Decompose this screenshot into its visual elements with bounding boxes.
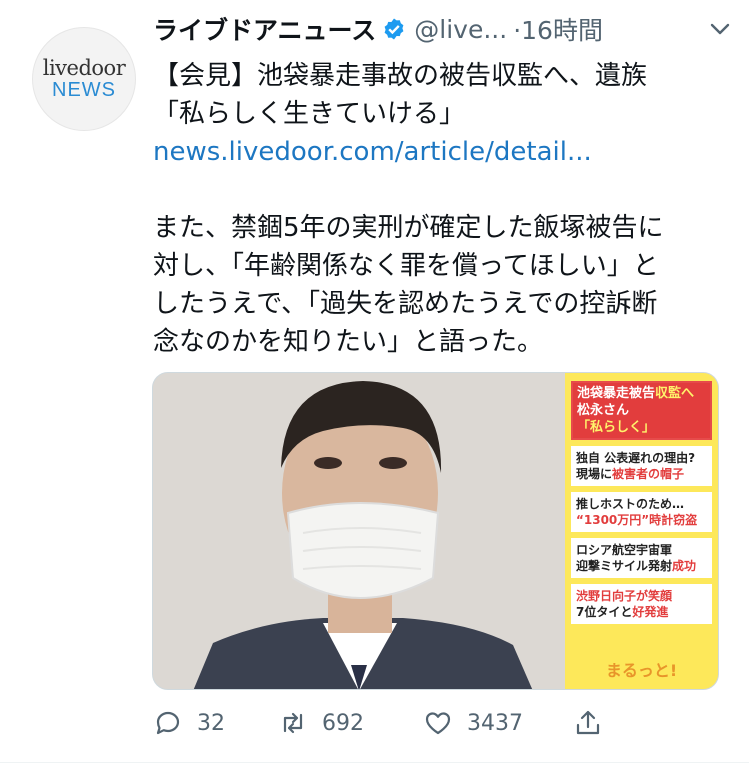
panel-item-text: 現場に bbox=[576, 467, 613, 481]
like-count: 3437 bbox=[467, 710, 523, 736]
tweet-text: 【会見】池袋暴走事故の被告収監へ、遺族 「私らしく生きていける」 news.li… bbox=[153, 57, 718, 361]
retweet-count: 692 bbox=[322, 710, 364, 736]
share-icon bbox=[576, 710, 600, 735]
tweet-time[interactable]: ·16時間 bbox=[513, 11, 603, 47]
tweet-header: ライブドアニュース @live... ·16時間 bbox=[153, 12, 733, 46]
panel-headline-part: 収監へ bbox=[655, 386, 695, 401]
tweet-media-image[interactable]: 池袋暴走被告収監へ 松永さん「私らしく」 独自 公表遅れの理由? 現場に被害者の… bbox=[152, 372, 719, 690]
panel-item: 推しホストのため… “1300万円”時計窃盗 bbox=[571, 492, 712, 532]
tweet-body-line: また、禁錮5年の実刑が確定した飯塚被告に bbox=[153, 213, 664, 243]
tweet-headline-line2: 「私らしく生きていける」 bbox=[153, 99, 466, 129]
chevron-down-icon[interactable] bbox=[707, 18, 733, 40]
panel-item-text: ロシア航空宇宙軍 bbox=[576, 543, 673, 557]
heart-icon bbox=[425, 712, 451, 735]
article-link[interactable]: news.livedoor.com/article/detail... bbox=[153, 137, 592, 167]
divider bbox=[0, 762, 749, 763]
panel-item-highlight: 好発進 bbox=[632, 605, 669, 619]
panel-item-highlight: 被害者の帽子 bbox=[612, 467, 685, 481]
panel-item-highlight: 成功 bbox=[672, 559, 697, 573]
reply-button[interactable]: 32 bbox=[153, 708, 278, 738]
tweet-body-line: 対し、「年齢関係なく罪を償ってほしい」と bbox=[153, 251, 659, 281]
panel-item-text: 推しホストのため… bbox=[576, 497, 685, 511]
tweet-body-line: 念なのかを知りたい」と語った。 bbox=[153, 327, 544, 357]
share-button[interactable] bbox=[573, 708, 603, 738]
tweet-body-line: したうえで、「過失を認めたうえでの控訴断 bbox=[153, 289, 658, 319]
press-conference-photo bbox=[153, 373, 566, 689]
reply-count: 32 bbox=[197, 710, 225, 736]
retweet-button[interactable]: 692 bbox=[278, 708, 423, 738]
verified-icon bbox=[384, 18, 404, 40]
retweet-icon bbox=[283, 712, 303, 734]
panel-item-text: 迎撃ミサイル発射 bbox=[576, 559, 673, 573]
panel-headline-part: 松永さん bbox=[577, 403, 630, 418]
panel-item: 渋野日向子が笑顔 7位タイと好発進 bbox=[571, 584, 712, 624]
like-button[interactable]: 3437 bbox=[423, 708, 573, 738]
avatar-text-livedoor: livedoor bbox=[42, 56, 126, 80]
panel-headline-part: 池袋暴走被告 bbox=[577, 386, 656, 401]
avatar-text-news: NEWS bbox=[52, 79, 116, 101]
panel-item: 独自 公表遅れの理由? 現場に被害者の帽子 bbox=[571, 446, 712, 486]
panel-headline: 池袋暴走被告収監へ 松永さん「私らしく」 bbox=[571, 381, 712, 440]
reply-icon bbox=[156, 711, 180, 735]
panel-item-text: 独自 公表遅れの理由? bbox=[576, 451, 696, 465]
account-name[interactable]: ライブドアニュース bbox=[153, 11, 376, 47]
news-sidebar-panel: 池袋暴走被告収監へ 松永さん「私らしく」 独自 公表遅れの理由? 現場に被害者の… bbox=[565, 373, 718, 689]
panel-item-highlight: 渋野日向子が笑顔 bbox=[576, 589, 673, 603]
tweet-actions: 32 692 3437 bbox=[153, 703, 623, 743]
panel-item-highlight: “1300万円”時計窃盗 bbox=[576, 513, 698, 527]
account-handle[interactable]: @live... bbox=[414, 15, 507, 44]
avatar[interactable]: livedoor NEWS bbox=[32, 27, 136, 131]
panel-item-text: 7位タイと bbox=[576, 605, 633, 619]
panel-item: ロシア航空宇宙軍 迎撃ミサイル発射成功 bbox=[571, 538, 712, 578]
tweet-headline-line1: 【会見】池袋暴走事故の被告収監へ、遺族 bbox=[153, 61, 648, 91]
panel-footer-logo: まるっと! bbox=[605, 661, 678, 680]
panel-headline-part: 「私らしく」 bbox=[577, 420, 656, 435]
